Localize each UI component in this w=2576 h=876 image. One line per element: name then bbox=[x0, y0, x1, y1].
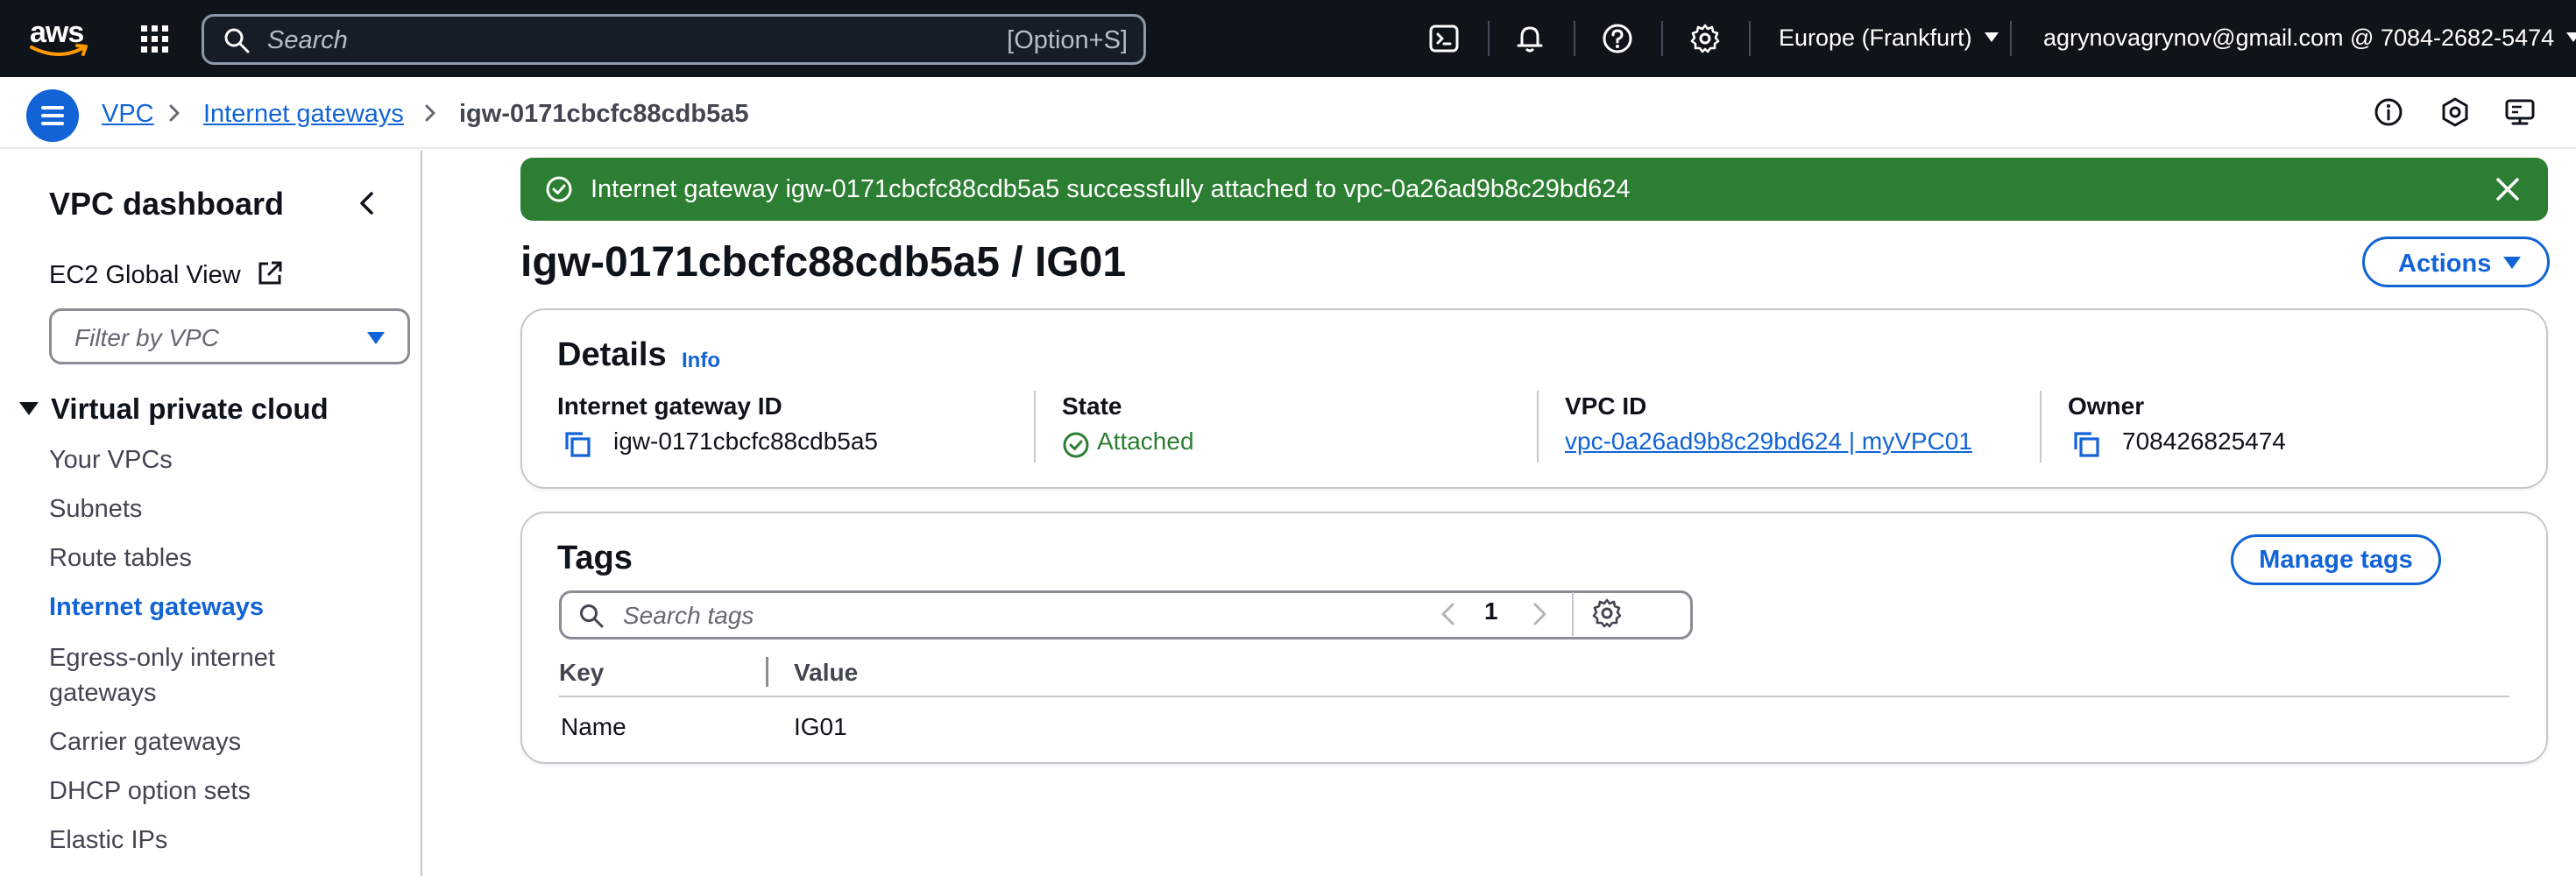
copy-icon[interactable] bbox=[2071, 429, 2101, 459]
tags-panel: Tags Manage tags 1 Key Value Name IG01 bbox=[520, 512, 2548, 764]
bell-icon[interactable] bbox=[1514, 23, 1546, 54]
account-menu[interactable]: agrynovagrynov@gmail.com @ 7084-2682-547… bbox=[2043, 25, 2576, 52]
filter-placeholder: Filter by VPC bbox=[74, 324, 219, 351]
region-selector[interactable]: Europe (Frankfurt) bbox=[1779, 25, 1999, 52]
tags-search[interactable] bbox=[559, 590, 1693, 639]
chevron-right-icon bbox=[169, 104, 180, 122]
caret-down-icon bbox=[2566, 32, 2576, 43]
search-shortcut-hint: [Option+S] bbox=[1007, 26, 1128, 54]
sidebar-section-virtual-private-cloud[interactable]: Virtual private cloud bbox=[19, 392, 329, 426]
expand-triangle-icon bbox=[19, 401, 39, 415]
column-header-key[interactable]: Key bbox=[559, 659, 604, 687]
sidebar-item-egress-only-internet-gateways[interactable]: Egress-only internet gateways bbox=[49, 640, 338, 710]
help-icon[interactable] bbox=[1602, 23, 1633, 54]
caret-down-icon bbox=[2503, 257, 2521, 269]
page-number[interactable]: 1 bbox=[1484, 597, 1498, 625]
menu-line bbox=[41, 122, 64, 125]
close-icon[interactable] bbox=[2494, 175, 2522, 203]
owner-value: 708426825474 bbox=[2122, 427, 2286, 455]
chevron-right-icon[interactable] bbox=[1528, 601, 1551, 627]
sidebar-item-ec2-global-view[interactable]: EC2 Global View bbox=[49, 261, 283, 290]
state-label: State bbox=[1062, 392, 1122, 420]
external-link-icon bbox=[258, 261, 282, 285]
success-check-icon bbox=[546, 176, 572, 202]
actions-button[interactable]: Actions bbox=[2362, 237, 2550, 287]
flash-message: Internet gateway igw-0171cbcfc88cdb5a5 s… bbox=[591, 175, 1631, 203]
column-header-value[interactable]: Value bbox=[794, 659, 858, 687]
nav-divider bbox=[1661, 21, 1663, 56]
status-check-icon bbox=[1063, 432, 1089, 458]
filter-by-vpc-select[interactable]: Filter by VPC bbox=[49, 308, 410, 364]
cloudshell-icon[interactable] bbox=[1428, 23, 1460, 54]
details-panel: Details Info Internet gateway ID igw-017… bbox=[520, 308, 2548, 489]
manage-tags-button[interactable]: Manage tags bbox=[2231, 534, 2441, 585]
sidebar-title[interactable]: VPC dashboard bbox=[49, 186, 284, 223]
account-label: agrynovagrynov@gmail.com @ 7084-2682-547… bbox=[2043, 25, 2555, 51]
hamburger-menu-button[interactable] bbox=[26, 89, 79, 142]
chevron-left-icon[interactable] bbox=[1437, 601, 1460, 627]
nav-divider bbox=[1749, 21, 1751, 56]
pager-divider bbox=[1572, 592, 1574, 636]
sidebar-item-subnets[interactable]: Subnets bbox=[49, 491, 142, 526]
side-navigation: VPC dashboard EC2 Global View Filter by … bbox=[0, 151, 422, 876]
gear-icon[interactable] bbox=[1591, 597, 1623, 629]
tag-value-cell: IG01 bbox=[794, 713, 847, 740]
sidebar-item-internet-gateways[interactable]: Internet gateways bbox=[49, 590, 264, 625]
column-divider bbox=[1537, 391, 1539, 463]
breadcrumb-internet-gateways[interactable]: Internet gateways bbox=[203, 100, 404, 129]
tag-key-cell: Name bbox=[561, 713, 626, 740]
column-divider bbox=[1034, 391, 1036, 463]
sidebar-item-your-vpcs[interactable]: Your VPCs bbox=[49, 442, 173, 477]
success-flash-banner: Internet gateway igw-0171cbcfc88cdb5a5 s… bbox=[520, 158, 2548, 221]
vpc-id-label: VPC ID bbox=[1565, 392, 1647, 420]
column-divider bbox=[2040, 391, 2042, 463]
collapse-sidebar-icon[interactable] bbox=[354, 189, 382, 217]
actions-button-label: Actions bbox=[2398, 250, 2492, 278]
global-search[interactable]: [Option+S] bbox=[202, 14, 1146, 65]
gear-icon[interactable] bbox=[1689, 23, 1721, 54]
hexagon-settings-icon[interactable] bbox=[2439, 96, 2471, 128]
sidebar-item-label: EC2 Global View bbox=[49, 261, 241, 289]
breadcrumb-bar: VPC Internet gateways igw-0171cbcfc88cdb… bbox=[0, 77, 2576, 149]
info-link[interactable]: Info bbox=[682, 349, 720, 373]
table-divider bbox=[559, 696, 2509, 697]
tags-heading: Tags bbox=[557, 540, 633, 576]
region-label: Europe (Frankfurt) bbox=[1779, 25, 1972, 51]
search-icon bbox=[580, 604, 604, 628]
global-search-input[interactable] bbox=[267, 24, 968, 57]
aws-logo[interactable]: aws bbox=[28, 16, 91, 61]
state-value: Attached bbox=[1097, 427, 1194, 455]
nav-divider bbox=[2010, 21, 2012, 56]
owner-label: Owner bbox=[2068, 392, 2145, 420]
menu-line bbox=[41, 114, 64, 117]
igw-id-label: Internet gateway ID bbox=[557, 392, 782, 420]
sidebar-item-carrier-gateways[interactable]: Carrier gateways bbox=[49, 724, 241, 759]
caret-down-icon bbox=[1984, 32, 1999, 43]
info-icon[interactable] bbox=[2373, 96, 2404, 128]
chevron-right-icon bbox=[425, 104, 435, 122]
igw-id-value: igw-0171cbcfc88cdb5a5 bbox=[613, 427, 878, 455]
feedback-icon[interactable] bbox=[2504, 96, 2536, 128]
section-label: Virtual private cloud bbox=[51, 392, 329, 425]
nav-divider bbox=[1574, 21, 1575, 56]
copy-icon[interactable] bbox=[563, 429, 592, 459]
breadcrumb-current: igw-0171cbcfc88cdb5a5 bbox=[459, 100, 749, 128]
menu-line bbox=[41, 106, 64, 110]
sidebar-item-dhcp-option-sets[interactable]: DHCP option sets bbox=[49, 774, 251, 809]
nav-divider bbox=[1488, 21, 1490, 56]
details-heading: Details bbox=[557, 336, 667, 373]
search-icon bbox=[224, 28, 250, 53]
top-navigation: aws [Option+S] bbox=[0, 0, 2576, 77]
services-grid-icon[interactable] bbox=[140, 25, 170, 54]
sidebar-item-elastic-ips[interactable]: Elastic IPs bbox=[49, 823, 167, 858]
column-resize-handle[interactable] bbox=[766, 657, 768, 687]
page-title: igw-0171cbcfc88cdb5a5 / IG01 bbox=[520, 239, 1127, 286]
sidebar-item-route-tables[interactable]: Route tables bbox=[49, 540, 192, 576]
breadcrumb-vpc[interactable]: VPC bbox=[102, 100, 154, 129]
vpc-id-link[interactable]: vpc-0a26ad9b8c29bd624 | myVPC01 bbox=[1565, 427, 1972, 456]
caret-down-icon bbox=[367, 332, 385, 344]
